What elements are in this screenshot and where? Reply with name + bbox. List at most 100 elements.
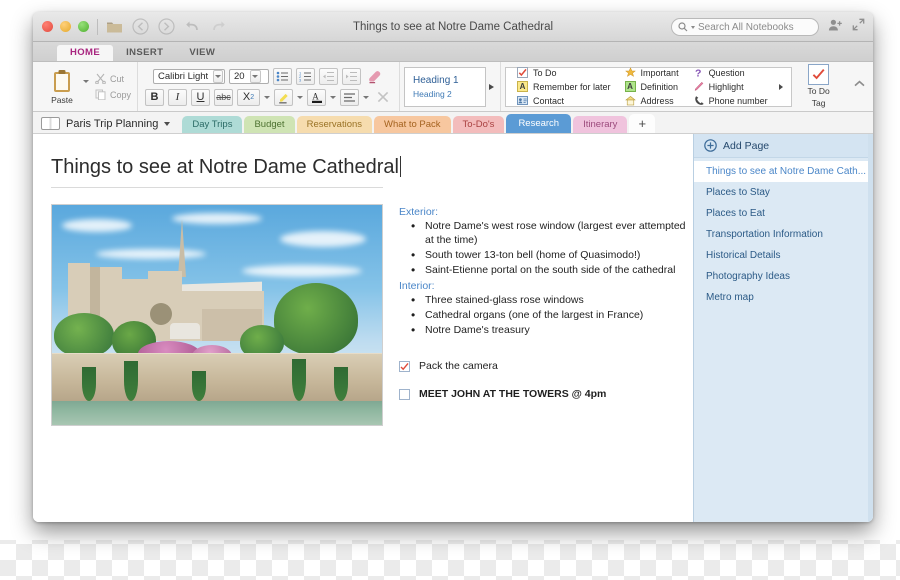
page-list-item[interactable]: Places to Stay xyxy=(694,182,873,203)
page-list-item[interactable]: Photography Ideas xyxy=(694,266,873,287)
subscript-button[interactable]: X2 xyxy=(237,88,261,106)
tag-more-icon[interactable] xyxy=(775,68,787,106)
increase-indent-icon[interactable] xyxy=(342,67,362,85)
bold-button[interactable]: B xyxy=(145,88,165,106)
page-list-item-selected[interactable]: Things to see at Notre Dame Cath... xyxy=(694,161,873,182)
chevron-up-icon[interactable] xyxy=(852,76,866,90)
tag-remember-for-later[interactable]: A Remember for later xyxy=(517,81,611,92)
tag-to-do[interactable]: To Do xyxy=(517,67,611,78)
clear-all-icon[interactable] xyxy=(373,89,392,106)
subscript-caret-icon[interactable] xyxy=(264,95,271,99)
search-scope-caret-icon[interactable] xyxy=(691,25,695,29)
note-page[interactable]: Things to see at Notre Dame Cathedral Ex… xyxy=(33,134,693,522)
tab-home[interactable]: HOME xyxy=(57,44,114,61)
seine-river xyxy=(52,401,382,425)
tag-contact[interactable]: Contact xyxy=(517,95,611,106)
todo-label: Pack the camera xyxy=(419,360,498,373)
todo-checkbox-unchecked[interactable] xyxy=(399,389,410,401)
tab-view[interactable]: VIEW xyxy=(176,45,228,62)
section-tabs: Day Trips Budget Reservations What to Pa… xyxy=(182,113,656,133)
contact-card-icon xyxy=(517,95,529,106)
bulleted-list-icon[interactable] xyxy=(273,67,293,85)
to-do-tag-button[interactable]: To Do Tag xyxy=(798,64,840,108)
todo-item-pack-camera[interactable]: Pack the camera xyxy=(399,360,693,373)
font-size-select[interactable]: 20 xyxy=(229,68,270,84)
section-heading-exterior: Exterior: xyxy=(399,206,439,218)
expand-diagonal-icon[interactable] xyxy=(852,18,865,36)
redo-icon[interactable] xyxy=(210,18,227,35)
section-tab-day-trips[interactable]: Day Trips xyxy=(182,115,243,133)
pages-scrollbar[interactable] xyxy=(868,134,873,522)
section-tab-budget[interactable]: Budget xyxy=(244,115,295,133)
style-heading-2[interactable]: Heading 2 xyxy=(413,89,485,99)
numbered-list-icon[interactable]: 123 xyxy=(296,67,316,85)
page-list-item[interactable]: Transportation Information xyxy=(694,224,873,245)
strikethrough-button[interactable]: abc xyxy=(214,88,234,106)
paste-button[interactable]: Paste xyxy=(43,68,81,105)
forward-icon[interactable] xyxy=(158,18,175,35)
underline-button[interactable]: U xyxy=(191,88,211,106)
notre-dame-cathedral-photo[interactable] xyxy=(51,204,383,426)
style-heading-1[interactable]: Heading 1 xyxy=(413,75,485,86)
font-size-caret-icon[interactable] xyxy=(249,69,261,83)
open-notebook-icon[interactable] xyxy=(106,18,123,35)
todo-checkbox-checked[interactable] xyxy=(399,361,410,373)
tag-phone-number[interactable]: Phone number xyxy=(693,95,768,106)
tag-column-1: To Do A Remember for later Contact xyxy=(510,67,618,106)
font-color-icon[interactable]: A xyxy=(307,88,327,106)
undo-icon[interactable] xyxy=(184,18,201,35)
tag-phone-label: Phone number xyxy=(708,95,768,106)
highlighter-caret-icon[interactable] xyxy=(297,95,304,99)
close-button[interactable] xyxy=(42,21,53,32)
styles-gallery[interactable]: Heading 1 Heading 2 xyxy=(404,66,487,107)
copy-button[interactable]: Copy xyxy=(95,89,131,100)
page-list-item[interactable]: Places to Eat xyxy=(694,203,873,224)
font-family-caret-icon[interactable] xyxy=(213,69,224,83)
note-text-block[interactable]: Exterior: Notre Dame's west rose window … xyxy=(399,204,693,426)
section-tab-reservations[interactable]: Reservations xyxy=(296,115,373,133)
plus-circle-icon xyxy=(704,139,717,152)
minimize-button[interactable] xyxy=(60,21,71,32)
italic-button[interactable]: I xyxy=(168,88,188,106)
page-list-item[interactable]: Metro map xyxy=(694,287,873,308)
bold-glyph: B xyxy=(150,91,159,103)
section-tab-what-to-pack[interactable]: What to Pack xyxy=(374,115,451,133)
tag-highlight[interactable]: Highlight xyxy=(693,81,768,92)
back-icon[interactable] xyxy=(132,18,149,35)
tag-address[interactable]: Address xyxy=(624,95,679,106)
section-tab-itinerary[interactable]: Itinerary xyxy=(573,115,628,133)
tag-question[interactable]: ? Question xyxy=(693,67,768,78)
tag-address-label: Address xyxy=(640,95,674,106)
todo-item-meet-john[interactable]: MEET JOHN AT THE TOWERS @ 4pm xyxy=(399,388,693,401)
tag-definition[interactable]: A Definition xyxy=(624,81,679,92)
share-person-icon[interactable] xyxy=(828,18,843,37)
align-caret-icon[interactable] xyxy=(363,95,370,99)
highlighter-icon[interactable] xyxy=(274,88,294,106)
ivy-shape xyxy=(192,371,206,401)
tag-important[interactable]: Important xyxy=(624,67,679,78)
paste-options-caret-icon[interactable] xyxy=(83,80,89,83)
tab-insert[interactable]: INSERT xyxy=(113,45,176,62)
font-color-caret-icon[interactable] xyxy=(330,95,337,99)
cloud-shape xyxy=(280,231,366,247)
section-tab-to-dos[interactable]: To-Do's xyxy=(452,115,505,133)
cloud-shape xyxy=(96,249,206,259)
decrease-indent-icon[interactable] xyxy=(319,67,339,85)
section-tab-research[interactable]: Research xyxy=(506,113,572,133)
page-list-item[interactable]: Historical Details xyxy=(694,245,873,266)
gallery-more-icon[interactable] xyxy=(486,83,496,90)
house-icon xyxy=(624,95,636,106)
chevron-down-icon[interactable] xyxy=(164,121,171,126)
align-left-icon[interactable] xyxy=(340,88,360,106)
group-clipboard: Paste Cut Copy xyxy=(33,62,137,111)
maximize-button[interactable] xyxy=(78,21,89,32)
clear-formatting-icon[interactable] xyxy=(365,68,384,85)
notebook-selector[interactable]: Paris Trip Planning xyxy=(41,117,171,133)
add-section-button[interactable]: + xyxy=(629,113,656,133)
add-page-button[interactable]: Add Page xyxy=(694,134,873,158)
cut-button[interactable]: Cut xyxy=(95,73,131,84)
font-family-select[interactable]: Calibri Light xyxy=(153,68,226,84)
search-input[interactable]: Search All Notebooks xyxy=(671,18,819,36)
page-title[interactable]: Things to see at Notre Dame Cathedral xyxy=(51,156,399,185)
section-heading-interior: Interior: xyxy=(399,280,435,293)
